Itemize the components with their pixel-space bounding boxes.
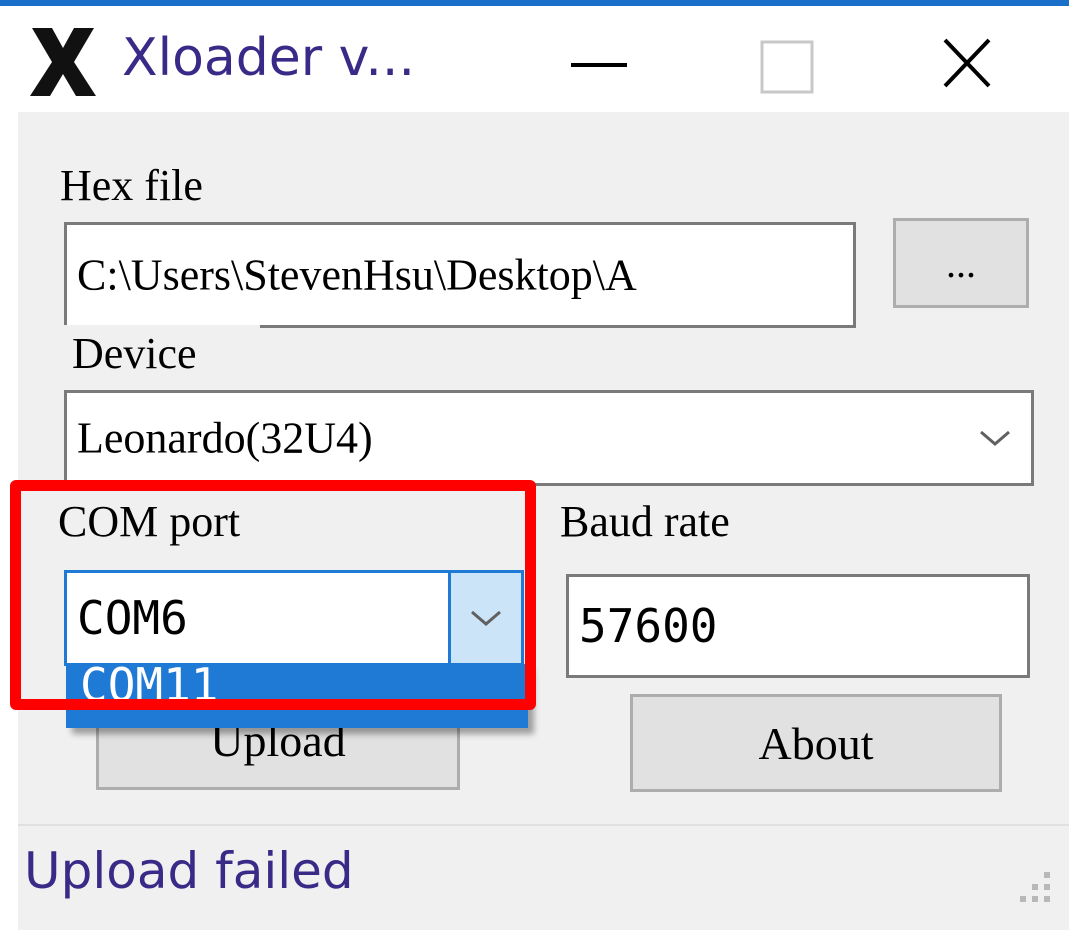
minimize-icon (571, 63, 627, 67)
device-value: Leonardo(32U4) (77, 413, 373, 463)
baud-rate-input[interactable]: 57600 (566, 574, 1030, 678)
baud-rate-value: 57600 (579, 599, 718, 653)
baud-rate-label: Baud rate (560, 497, 730, 546)
hex-file-label: Hex file (60, 161, 203, 210)
device-label: Device (72, 329, 197, 378)
about-button[interactable]: About (630, 694, 1002, 792)
hex-file-value: C:\Users\StevenHsu\Desktop\A (77, 250, 637, 300)
annotation-highlight-box (10, 480, 536, 710)
status-text: Upload failed (24, 842, 354, 900)
xloader-app-icon (30, 28, 96, 96)
browse-button[interactable]: ... (893, 218, 1029, 308)
close-icon (943, 38, 991, 88)
hex-file-input[interactable]: C:\Users\StevenHsu\Desktop\A (64, 222, 856, 328)
minimize-button[interactable] (548, 6, 658, 112)
status-bar-separator (18, 824, 1069, 826)
maximize-icon (760, 40, 814, 94)
resize-grip-icon[interactable] (1010, 862, 1060, 912)
device-dropdown-arrow[interactable] (959, 393, 1031, 483)
device-select[interactable]: Leonardo(32U4) (64, 390, 1034, 486)
chevron-down-icon (980, 430, 1010, 446)
window-title: Xloader v... (122, 28, 415, 88)
maximize-button[interactable] (730, 6, 840, 112)
title-bar[interactable]: Xloader v... (0, 6, 1069, 112)
close-button[interactable] (915, 6, 1025, 112)
